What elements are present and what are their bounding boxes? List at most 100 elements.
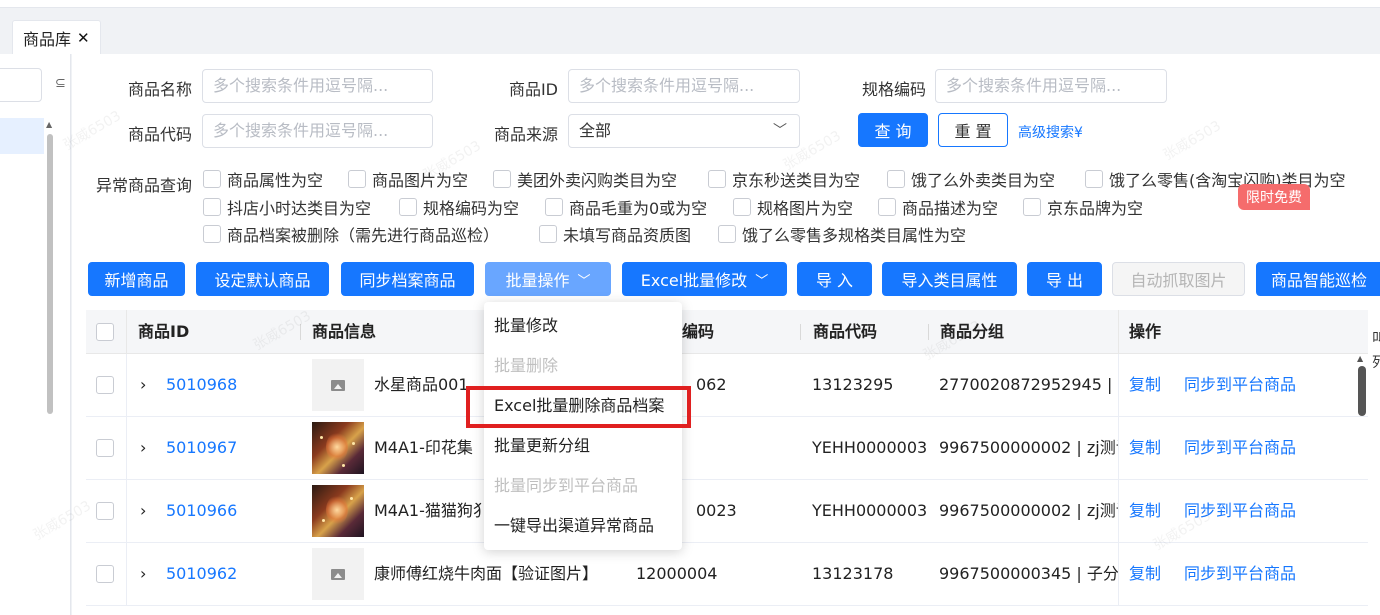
abnormal-option-9[interactable]: 商品毛重为0或为空	[545, 195, 707, 219]
main-content: 商品名称 多个搜索条件用逗号隔... 商品ID 多个搜索条件用逗号隔... 规格…	[72, 54, 1380, 615]
select-all-checkbox[interactable]	[96, 323, 114, 341]
expand-icon[interactable]: ›	[140, 354, 146, 416]
checkbox[interactable]	[203, 225, 221, 243]
expand-icon[interactable]: ›	[140, 543, 146, 605]
add-product-button[interactable]: 新增商品	[88, 262, 185, 296]
product-id-link[interactable]: 5010968	[166, 354, 237, 416]
checkbox[interactable]	[203, 198, 221, 216]
advanced-search-link[interactable]: 高级搜索¥	[1018, 122, 1083, 142]
left-scrollbar[interactable]	[47, 134, 53, 414]
checkbox[interactable]	[203, 170, 221, 188]
set-default-product-button[interactable]: 设定默认商品	[196, 262, 329, 296]
product-code: YEHH0000003	[812, 438, 928, 457]
table-row[interactable]: › 5010962 康师傅红烧牛肉面【验证图片】 12000004 131231…	[86, 543, 1368, 606]
sync-archive-button[interactable]: 同步档案商品	[341, 262, 474, 296]
abnormal-option-3[interactable]: 美团外卖闪购类目为空	[493, 167, 677, 191]
row-checkbox[interactable]	[96, 376, 114, 394]
import-category-button[interactable]: 导入类目属性	[882, 262, 1017, 296]
import-button[interactable]: 导 入	[797, 262, 872, 296]
left-selected-item[interactable]	[0, 118, 44, 154]
abnormal-option-4[interactable]: 京东秒送类目为空	[708, 167, 860, 191]
scroll-up-icon[interactable]: ▲	[46, 120, 52, 129]
checkbox[interactable]	[399, 198, 417, 216]
table-scrollbar[interactable]	[1358, 366, 1366, 416]
table-header: 商品ID 商品信息 编码 商品代码 商品分组 操作	[86, 310, 1368, 354]
row-checkbox[interactable]	[96, 565, 114, 583]
query-button[interactable]: 查 询	[858, 113, 928, 147]
abnormal-option-label: 规格图片为空	[757, 199, 854, 218]
menu-item-export-abnormal[interactable]: 一键导出渠道异常商品	[494, 506, 654, 546]
product-group: 9967500000345 | 子分组	[939, 564, 1119, 583]
checkbox[interactable]	[545, 198, 563, 216]
checkbox[interactable]	[493, 170, 511, 188]
abnormal-option-label: 京东品牌为空	[1047, 199, 1144, 218]
table-row[interactable]: › 5010968 水星商品001 062 13123295 277002087…	[86, 354, 1368, 417]
copy-link[interactable]: 复制	[1129, 543, 1161, 605]
close-icon[interactable]: ✕	[77, 29, 90, 47]
row-checkbox[interactable]	[96, 439, 114, 457]
reset-button[interactable]: 重 置	[938, 113, 1008, 147]
abnormal-option-15[interactable]: 饿了么零售多规格类目属性为空	[718, 222, 966, 246]
abnormal-option-11[interactable]: 商品描述为空	[878, 195, 998, 219]
product-name-input[interactable]: 多个搜索条件用逗号隔...	[202, 69, 433, 103]
checkbox[interactable]	[348, 170, 366, 188]
checkbox[interactable]	[878, 198, 896, 216]
row-checkbox[interactable]	[96, 502, 114, 520]
product-id-link[interactable]: 5010962	[166, 543, 237, 605]
abnormal-option-5[interactable]: 饿了么外卖类目为空	[887, 167, 1055, 191]
product-source-select[interactable]: 全部 ﹀	[568, 114, 800, 148]
divider	[928, 324, 929, 340]
auto-fetch-images-button[interactable]: 自动抓取图片	[1112, 262, 1245, 296]
copy-link[interactable]: 复制	[1129, 417, 1161, 479]
menu-item-batch-edit[interactable]: 批量修改	[494, 306, 558, 346]
excel-batch-edit-button[interactable]: Excel批量修改 ﹀	[622, 262, 787, 296]
copy-link[interactable]: 复制	[1129, 480, 1161, 542]
product-id-link[interactable]: 5010967	[166, 417, 237, 479]
product-id-link[interactable]: 5010966	[166, 480, 237, 542]
chevron-double-down-icon: ¥	[1074, 125, 1083, 141]
smart-inspect-button[interactable]: 商品智能巡检	[1256, 262, 1380, 296]
product-id-input[interactable]: 多个搜索条件用逗号隔...	[568, 69, 800, 103]
expand-icon[interactable]: ›	[140, 417, 146, 479]
product-code-input[interactable]: 多个搜索条件用逗号隔...	[202, 114, 433, 148]
product-info: M4A1-猫猫狗犭	[374, 501, 482, 520]
checkbox[interactable]	[1023, 198, 1041, 216]
export-button[interactable]: 导 出	[1027, 262, 1102, 296]
checkbox[interactable]	[733, 198, 751, 216]
abnormal-option-2[interactable]: 商品图片为空	[348, 167, 468, 191]
checkbox[interactable]	[1085, 170, 1103, 188]
sync-platform-link[interactable]: 同步到平台商品	[1184, 543, 1296, 605]
abnormal-option-10[interactable]: 规格图片为空	[733, 195, 853, 219]
menu-item-excel-batch-delete[interactable]: Excel批量删除商品档案	[494, 386, 664, 426]
sync-platform-link[interactable]: 同步到平台商品	[1184, 480, 1296, 542]
sync-platform-link[interactable]: 同步到平台商品	[1184, 417, 1296, 479]
abnormal-option-label: 商品毛重为0或为空	[569, 199, 708, 218]
table-row[interactable]: › 5010966 M4A1-猫猫狗犭 0023 YEHH0000003 996…	[86, 480, 1368, 543]
batch-operations-button[interactable]: 批量操作 ﹀	[485, 262, 611, 296]
menu-item-batch-update-group[interactable]: 批量更新分组	[494, 426, 590, 466]
divider	[1118, 417, 1119, 480]
left-panel: ⊆ ▲	[0, 54, 71, 615]
sync-platform-link[interactable]: 同步到平台商品	[1184, 354, 1296, 416]
copy-link[interactable]: 复制	[1129, 354, 1161, 416]
abnormal-option-1[interactable]: 商品属性为空	[203, 167, 323, 191]
checkbox[interactable]	[887, 170, 905, 188]
checkbox[interactable]	[718, 225, 736, 243]
expand-icon[interactable]: ›	[140, 480, 146, 542]
left-search-input[interactable]	[0, 68, 42, 102]
abnormal-option-8[interactable]: 规格编码为空	[399, 195, 519, 219]
checkbox[interactable]	[708, 170, 726, 188]
product-image	[312, 422, 364, 474]
scroll-up-icon[interactable]: ▲	[1357, 354, 1363, 363]
spec-code-input[interactable]: 多个搜索条件用逗号隔...	[935, 69, 1167, 103]
tab-product-library[interactable]: 商品库 ✕	[12, 20, 101, 54]
checkbox[interactable]	[539, 225, 557, 243]
collapse-icon[interactable]: ⊆	[55, 76, 66, 91]
abnormal-option-12[interactable]: 京东品牌为空	[1023, 195, 1143, 219]
table-row[interactable]: › 5010967 M4A1-印花集 YEHH0000003 996750000…	[86, 417, 1368, 480]
abnormal-option-14[interactable]: 未填写商品资质图	[539, 222, 691, 246]
product-code: 13123178	[812, 564, 894, 583]
abnormal-option-13[interactable]: 商品档案被删除（需先进行商品巡检）	[203, 222, 499, 246]
divider	[126, 543, 127, 606]
abnormal-option-7[interactable]: 抖店小时达类目为空	[203, 195, 371, 219]
